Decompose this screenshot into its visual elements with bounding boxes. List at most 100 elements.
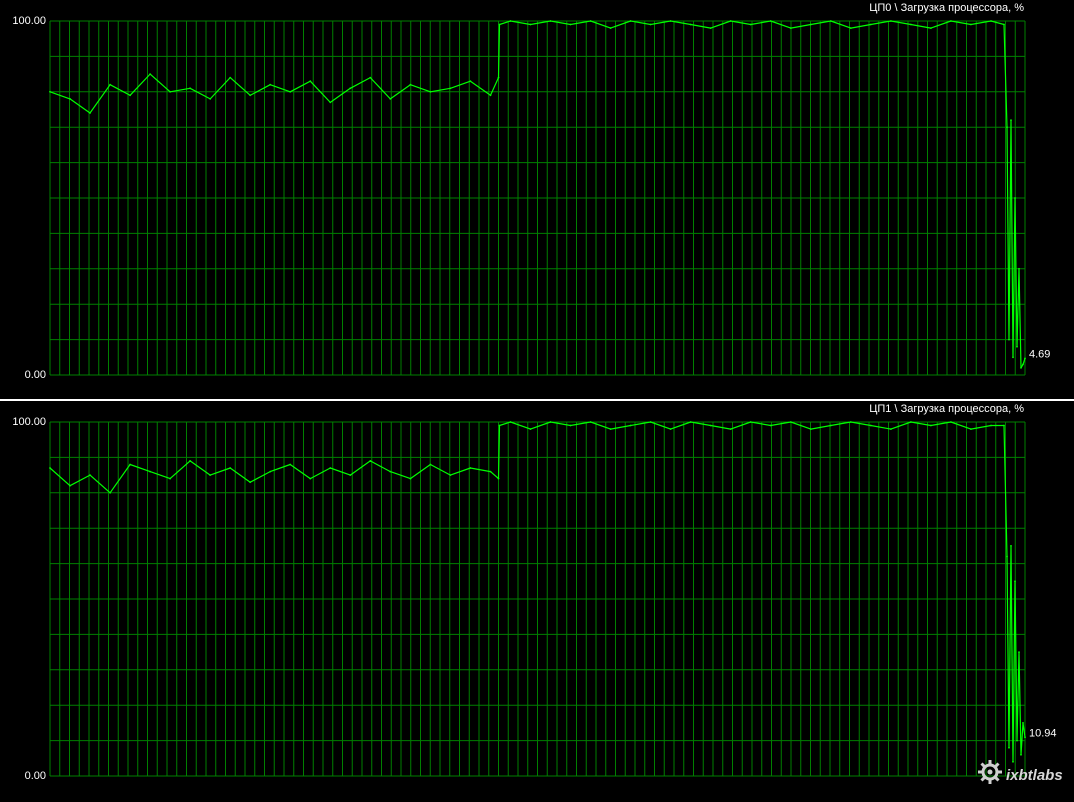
data-point: [497, 76, 500, 79]
data-point: [1018, 267, 1020, 270]
data-point: [1003, 424, 1005, 427]
data-point: [89, 474, 91, 476]
data-point: [229, 76, 232, 79]
data-point: [769, 20, 772, 22]
data-point: [990, 424, 992, 427]
data-point: [269, 470, 272, 473]
y-tick-max: 100.00: [12, 416, 46, 428]
data-point: [549, 421, 552, 423]
data-point: [489, 94, 492, 97]
cpu-panel-0: ЦП0 \ Загрузка процессора, % 100.00 0.00 4.…: [0, 0, 1074, 399]
data-point: [849, 27, 852, 29]
data-point: [749, 421, 752, 423]
y-tick-min: 0.00: [25, 369, 46, 381]
data-point: [309, 80, 312, 83]
current-value-label: 4.69: [1029, 348, 1050, 360]
data-point: [950, 421, 952, 423]
data-point: [89, 112, 91, 114]
data-point: [970, 23, 972, 26]
data-point: [689, 23, 692, 26]
data-point: [489, 470, 492, 473]
cpu-chart-0: ЦП0 \ Загрузка процессора, % 100.00 0.00 4.…: [12, 2, 1050, 381]
data-point: [1014, 197, 1016, 199]
data-point: [109, 83, 111, 86]
data-point: [529, 23, 532, 26]
gear-logo-icon: [978, 760, 1002, 784]
data-point: [769, 424, 772, 427]
data-point: [1008, 746, 1010, 749]
data-point: [1024, 357, 1026, 360]
data-point: [329, 467, 332, 469]
data-point: [429, 90, 432, 93]
data-point: [1016, 345, 1018, 348]
data-point: [910, 23, 912, 26]
data-point: [369, 460, 372, 462]
data-point: [129, 94, 132, 97]
data-point: [1022, 722, 1024, 724]
data-point: [869, 424, 872, 427]
data-point: [209, 98, 212, 100]
data-point: [1010, 119, 1012, 121]
data-point: [129, 463, 132, 466]
data-point: [930, 424, 932, 427]
data-point: [869, 23, 872, 26]
data-point: [529, 428, 532, 430]
data-point: [890, 428, 892, 430]
data-point: [1018, 651, 1020, 653]
data-point: [498, 23, 501, 26]
data-point: [229, 467, 232, 469]
data-point: [729, 428, 732, 430]
grid: [49, 20, 1026, 376]
data-point: [409, 83, 412, 86]
data-point: [709, 424, 712, 427]
data-point: [209, 474, 212, 476]
data-point: [990, 20, 992, 22]
data-point: [589, 20, 592, 22]
data-point: [589, 421, 592, 423]
grid: [49, 421, 1026, 777]
y-tick-min: 0.00: [25, 770, 46, 782]
data-point: [549, 20, 552, 22]
data-point: [849, 421, 852, 423]
data-point: [829, 20, 832, 22]
data-point: [709, 27, 712, 29]
data-point: [1016, 739, 1018, 742]
data-point: [910, 421, 912, 423]
data-point: [569, 424, 572, 427]
data-point: [449, 87, 452, 90]
data-point: [829, 424, 832, 427]
data-point: [189, 460, 192, 462]
data-point: [1003, 23, 1005, 26]
data-point: [569, 23, 572, 26]
data-point: [409, 477, 412, 480]
data-point: [109, 491, 111, 494]
watermark: ixbtlabs: [978, 760, 1063, 784]
data-point: [349, 87, 352, 90]
data-point: [1008, 338, 1010, 341]
data-point: [289, 463, 292, 466]
data-point: [149, 470, 152, 473]
data-point: [509, 20, 512, 22]
data-point: [469, 80, 472, 83]
data-point: [809, 428, 812, 430]
data-point: [669, 428, 672, 430]
watermark-text: ixbtlabs: [1006, 767, 1063, 784]
panel-separator: [0, 399, 1074, 401]
data-point: [69, 484, 71, 487]
data-point: [609, 428, 612, 430]
data-point: [1006, 126, 1008, 129]
data-point: [349, 474, 352, 476]
data-point: [789, 421, 792, 423]
data-point: [429, 463, 432, 466]
data-point: [498, 424, 501, 427]
data-point: [249, 94, 252, 97]
data-point: [497, 477, 500, 480]
data-point: [1012, 356, 1014, 359]
data-point: [749, 23, 752, 26]
data-point: [389, 98, 392, 100]
data-point: [289, 90, 292, 93]
data-point: [329, 101, 332, 104]
data-point: [970, 428, 972, 430]
data-point: [49, 90, 51, 93]
data-point: [169, 90, 172, 93]
